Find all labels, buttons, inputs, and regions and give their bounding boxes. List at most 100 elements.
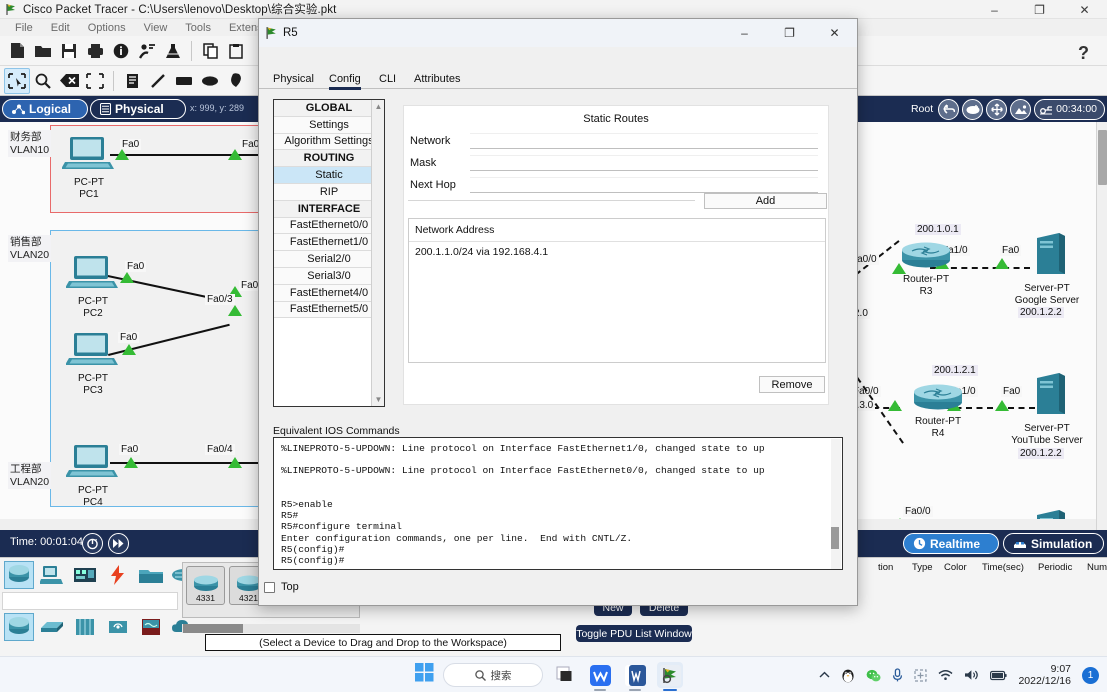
taskbar-clock[interactable]: 9:07 2022/12/16 — [1018, 663, 1071, 687]
menu-tools[interactable]: Tools — [176, 22, 220, 34]
battery-icon[interactable] — [990, 670, 1008, 681]
ios-scrollbar[interactable] — [831, 439, 841, 569]
sidebar-item-fastethernet4-0[interactable]: FastEthernet4/0 — [274, 284, 384, 302]
components-icon[interactable] — [70, 561, 100, 589]
model-4331[interactable]: 4331 — [186, 566, 225, 605]
logical-view-button[interactable]: Logical — [2, 99, 88, 119]
search-input[interactable]: 搜索 — [443, 663, 543, 687]
next-hop-input[interactable] — [470, 177, 818, 193]
paste-icon[interactable] — [223, 38, 249, 64]
microphone-icon[interactable] — [892, 668, 903, 682]
delete-icon[interactable] — [56, 68, 82, 94]
node-pc3[interactable]: PC-PT PC3 — [60, 332, 126, 396]
magnifier-icon[interactable] — [30, 68, 56, 94]
tab-physical[interactable]: Physical — [273, 69, 314, 89]
wechat-icon[interactable] — [866, 669, 881, 682]
workspace-scroll-thumb[interactable] — [1098, 130, 1107, 185]
switches-icon[interactable] — [37, 613, 67, 641]
task-view-icon[interactable] — [552, 662, 578, 688]
sidebar-item-fastethernet1-0[interactable]: FastEthernet1/0 — [274, 234, 384, 252]
tab-config[interactable]: Config — [329, 69, 361, 90]
mask-input[interactable] — [470, 155, 818, 171]
new-file-icon[interactable] — [4, 38, 30, 64]
node-pc2[interactable]: PC-PT PC2 — [60, 255, 126, 319]
tab-cli[interactable]: CLI — [379, 69, 396, 89]
connections-icon[interactable] — [103, 561, 133, 589]
fast-forward-icon[interactable] — [108, 533, 129, 554]
simulation-mode-button[interactable]: Simulation — [1003, 533, 1104, 554]
word-icon[interactable] — [622, 662, 648, 691]
workspace-vertical-scrollbar[interactable] — [1096, 122, 1107, 530]
qq-icon[interactable] — [841, 668, 855, 683]
menu-edit[interactable]: Edit — [42, 22, 79, 34]
node-r3[interactable]: Router-PT R3 — [888, 242, 964, 297]
node-pc4[interactable]: PC-PT PC4 — [60, 444, 126, 508]
routes-table[interactable]: Network Address 200.1.1.0/24 via 192.168… — [408, 218, 826, 363]
set-background-icon[interactable] — [1010, 98, 1032, 120]
realtime-mode-button[interactable]: Realtime — [903, 533, 999, 554]
dialog-maximize-button[interactable]: ❐ — [767, 19, 812, 47]
windows-start-icon[interactable] — [415, 663, 434, 687]
sidebar-item-serial2-0[interactable]: Serial2/0 — [274, 251, 384, 268]
note-icon[interactable] — [119, 68, 145, 94]
chevron-up-icon[interactable]: ▲ — [374, 102, 383, 111]
routers-icon[interactable] — [4, 613, 34, 641]
toggle-pdu-list-button[interactable]: Toggle PDU List Window — [576, 625, 692, 642]
help-button[interactable]: ? — [1078, 43, 1089, 64]
menu-view[interactable]: View — [135, 22, 177, 34]
notification-badge[interactable]: 1 — [1082, 666, 1099, 684]
back-arrow-icon[interactable] — [938, 98, 960, 120]
chevron-down-icon[interactable]: ▼ — [374, 395, 383, 404]
dialog-minimize-button[interactable]: – — [722, 19, 767, 47]
viewport-icon[interactable]: 00:34:00 — [1034, 98, 1105, 120]
node-pc1[interactable]: PC-PT PC1 — [56, 136, 122, 200]
remove-route-button[interactable]: Remove — [759, 376, 825, 393]
packet-tracer-icon[interactable] — [657, 662, 683, 691]
sidebar-item-fastethernet5-0[interactable]: FastEthernet5/0 — [274, 301, 384, 319]
dialog-close-button[interactable]: ✕ — [812, 19, 857, 47]
activity-wizard-icon[interactable] — [134, 38, 160, 64]
top-checkbox-row[interactable]: Top — [264, 581, 299, 593]
chevron-up-icon[interactable] — [819, 671, 830, 679]
add-route-button[interactable]: Add — [704, 193, 827, 209]
sidelist-scrollbar[interactable]: ▲ ▼ — [371, 100, 384, 406]
draw-freeform-icon[interactable] — [223, 68, 249, 94]
sidebar-item-static[interactable]: Static — [274, 167, 384, 184]
wireless-icon[interactable] — [103, 613, 133, 641]
copy-icon[interactable] — [197, 38, 223, 64]
select-icon[interactable] — [4, 67, 30, 94]
draw-ellipse-icon[interactable] — [197, 68, 223, 94]
wifi-icon[interactable] — [938, 669, 953, 681]
info-icon[interactable] — [108, 38, 134, 64]
tab-attributes[interactable]: Attributes — [414, 69, 460, 89]
menu-options[interactable]: Options — [79, 22, 135, 34]
ios-scroll-thumb[interactable] — [831, 527, 839, 549]
move-object-icon[interactable] — [986, 98, 1008, 120]
resize-shape-icon[interactable] — [82, 68, 108, 94]
app-maximize-button[interactable]: ❐ — [1017, 0, 1062, 19]
print-icon[interactable] — [82, 38, 108, 64]
network-input[interactable] — [470, 133, 818, 149]
device-search-field[interactable] — [2, 592, 178, 610]
ime-icon[interactable] — [914, 668, 928, 682]
misc-icon[interactable] — [136, 561, 166, 589]
ios-commands-box[interactable]: %LINEPROTO-5-UPDOWN: Line protocol on In… — [273, 437, 843, 570]
power-cycle-icon[interactable] — [82, 533, 103, 554]
node-google-server[interactable]: Server-PT Google Server — [1010, 230, 1084, 306]
table-row[interactable]: 200.1.1.0/24 via 192.168.4.1 — [415, 246, 548, 258]
volume-icon[interactable] — [964, 669, 979, 681]
menu-file[interactable]: File — [6, 22, 42, 34]
config-category-list[interactable]: GLOBAL Settings Algorithm Settings ROUTI… — [273, 99, 385, 407]
wan-emulation-icon[interactable] — [136, 613, 166, 641]
wps-icon[interactable] — [587, 662, 613, 691]
sidebar-item-algorithm-settings[interactable]: Algorithm Settings — [274, 133, 384, 151]
model-list-scroll-thumb[interactable] — [183, 624, 243, 633]
node-youtube-server[interactable]: Server-PT YouTube Server — [1010, 370, 1084, 446]
node-r4[interactable]: Router-PT R4 — [900, 384, 976, 439]
end-devices-icon[interactable] — [37, 561, 67, 589]
sidebar-item-serial3-0[interactable]: Serial3/0 — [274, 267, 384, 285]
network-devices-icon[interactable] — [4, 561, 34, 589]
hubs-icon[interactable] — [70, 613, 100, 641]
new-cluster-icon[interactable] — [962, 98, 984, 120]
open-folder-icon[interactable] — [30, 38, 56, 64]
